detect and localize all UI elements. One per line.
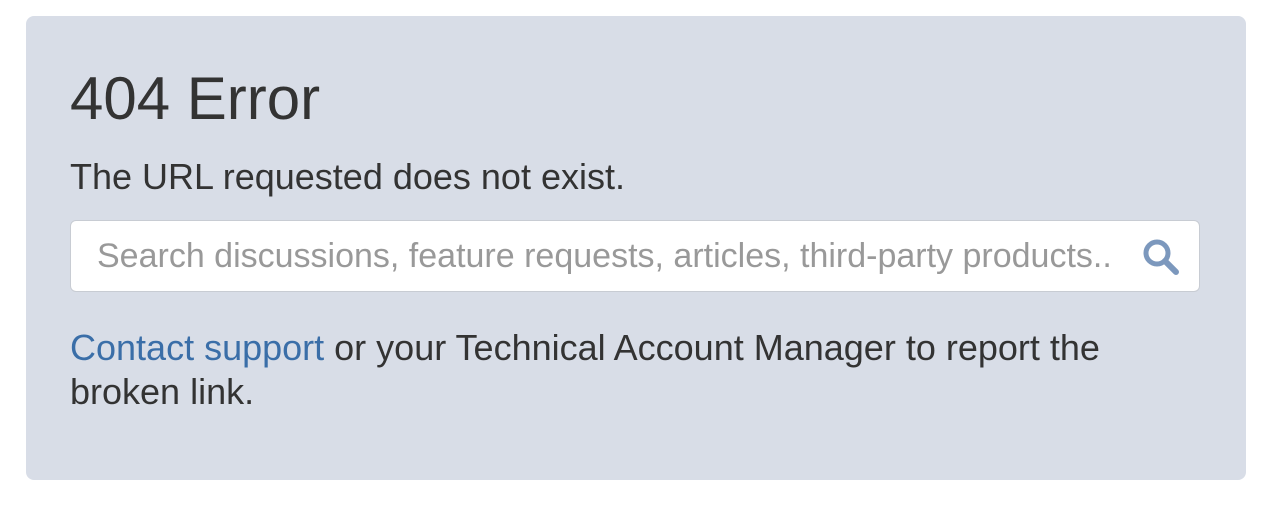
search-button[interactable] bbox=[1141, 237, 1181, 277]
page-title: 404 Error bbox=[70, 65, 321, 132]
error-message: The URL requested does not exist. bbox=[70, 156, 625, 197]
search-input[interactable] bbox=[71, 221, 1135, 291]
search-icon bbox=[1143, 239, 1179, 275]
contact-support-link[interactable]: Contact support bbox=[70, 327, 324, 368]
error-panel: 404 Error The URL requested does not exi… bbox=[26, 16, 1246, 480]
search-box bbox=[70, 220, 1200, 292]
support-message: Contact support or your Technical Accoun… bbox=[70, 326, 1210, 414]
